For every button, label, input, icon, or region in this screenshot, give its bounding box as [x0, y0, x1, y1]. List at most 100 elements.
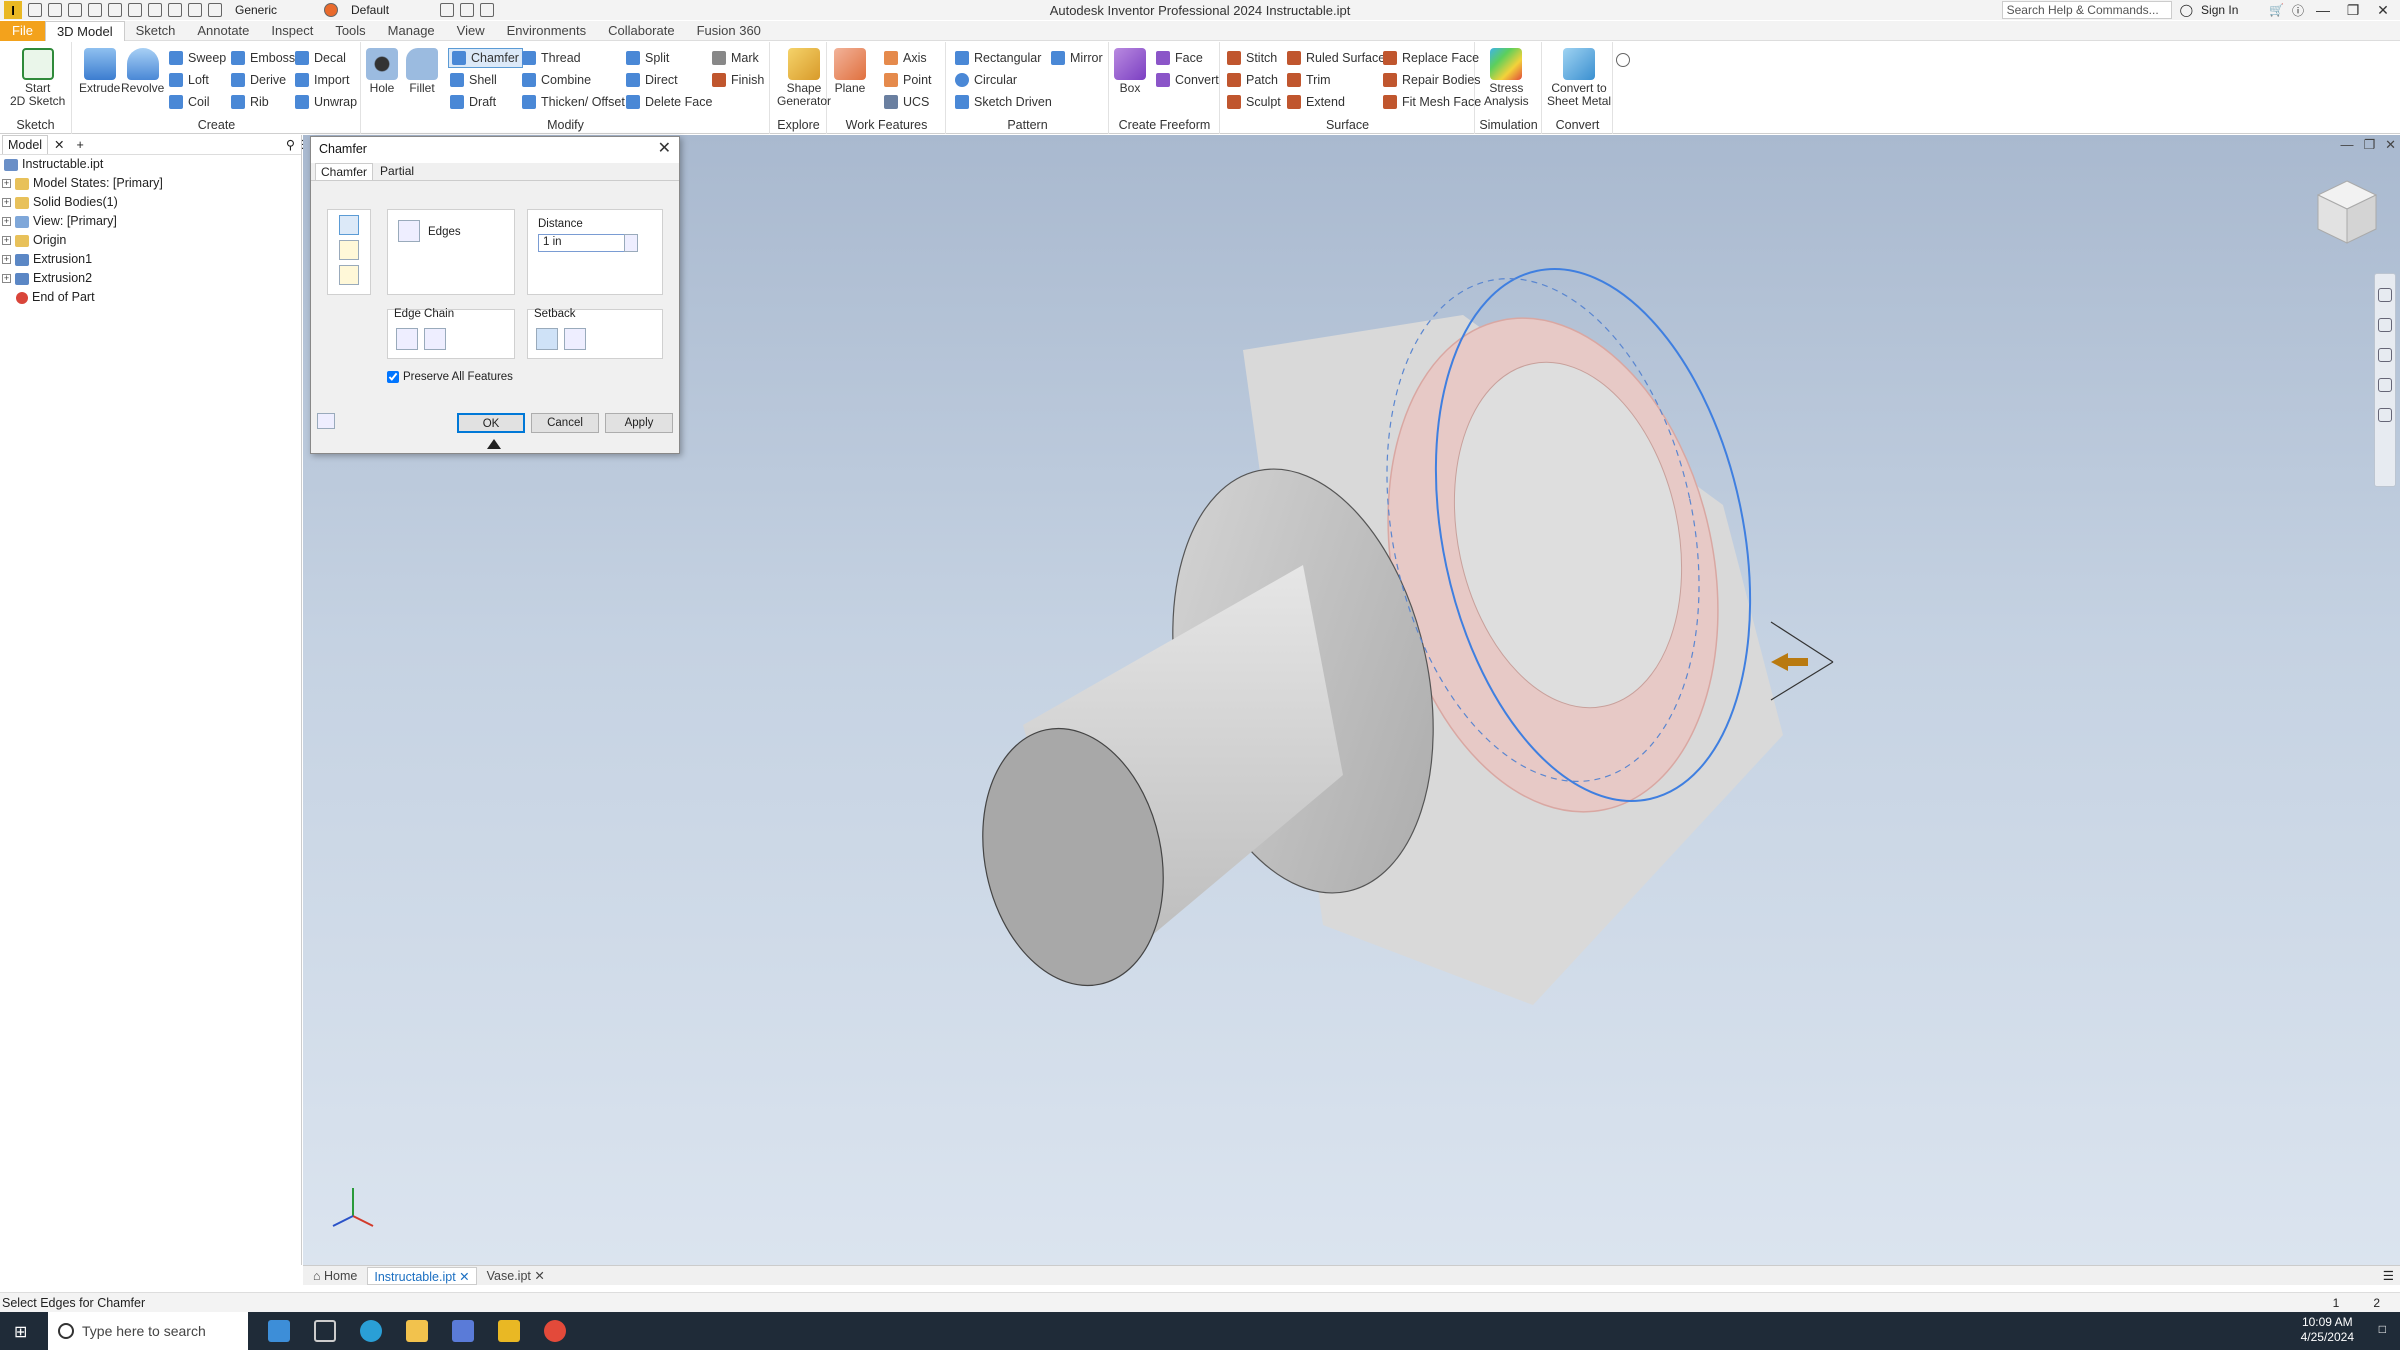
viewport-minimize-icon[interactable]: — — [2340, 137, 2353, 153]
document-menu-icon[interactable]: ☰ — [2383, 1268, 2394, 1283]
open-icon[interactable] — [48, 3, 62, 17]
inventor-logo-icon[interactable]: I — [4, 1, 22, 19]
adjust-icon[interactable] — [440, 3, 454, 17]
direct-button[interactable]: Direct — [626, 70, 678, 90]
project-icon[interactable] — [148, 3, 162, 17]
circular-pattern-button[interactable]: Circular — [955, 70, 1017, 90]
orbit-icon[interactable] — [2378, 378, 2392, 392]
trim-button[interactable]: Trim — [1287, 70, 1331, 90]
tree-node-origin[interactable]: + Origin — [0, 231, 301, 250]
tree-node-view[interactable]: + View: [Primary] — [0, 212, 301, 231]
close-browser-icon[interactable]: ✕ — [54, 137, 64, 152]
ucs-button[interactable]: UCS — [884, 92, 929, 112]
stitch-button[interactable]: Stitch — [1227, 48, 1277, 68]
replace-face-button[interactable]: Replace Face — [1383, 48, 1479, 68]
tab-file[interactable]: File — [0, 20, 45, 41]
minimize-button[interactable]: — — [2312, 2, 2334, 18]
viewport-close-icon[interactable]: ✕ — [2385, 137, 2396, 153]
tab-view[interactable]: View — [446, 21, 496, 41]
add-browser-icon[interactable]: + — [77, 138, 84, 152]
mirror-button[interactable]: Mirror — [1051, 48, 1103, 68]
close-window-button[interactable]: ✕ — [2372, 2, 2394, 19]
edges-select-icon[interactable] — [398, 220, 420, 242]
fit-mesh-face-button[interactable]: Fit Mesh Face — [1383, 92, 1481, 112]
draft-button[interactable]: Draft — [450, 92, 496, 112]
task-view-icon[interactable] — [314, 1320, 336, 1342]
expand-dialog-icon[interactable] — [487, 439, 501, 449]
browser-tab-model[interactable]: Model — [2, 135, 49, 154]
rectangular-pattern-button[interactable]: Rectangular — [955, 48, 1041, 68]
derive-button[interactable]: Derive — [231, 70, 286, 90]
doc-tab-vase[interactable]: Vase.ipt ✕ — [481, 1267, 551, 1285]
tab-3d-model[interactable]: 3D Model — [44, 20, 125, 41]
face-button[interactable]: Face — [1156, 48, 1203, 68]
tree-node-extrusion2[interactable]: + Extrusion2 — [0, 269, 301, 288]
finish-button[interactable]: Finish — [712, 70, 764, 90]
fx-icon[interactable] — [480, 3, 494, 17]
tree-node-end-of-part[interactable]: End of Part — [0, 288, 301, 307]
tab-annotate[interactable]: Annotate — [186, 21, 260, 41]
update-icon[interactable] — [168, 3, 182, 17]
two-distances-mode-icon[interactable] — [339, 265, 359, 285]
windows-start-icon[interactable]: ⊞ — [14, 1322, 27, 1342]
shape-generator-button[interactable]: Shape Generator — [777, 48, 831, 108]
patch-button[interactable]: Patch — [1227, 70, 1278, 90]
tab-sketch[interactable]: Sketch — [125, 21, 187, 41]
notification-icon[interactable]: □ — [2379, 1322, 2386, 1336]
taskbar-search-input[interactable]: Type here to search — [48, 1312, 248, 1350]
edge-icon[interactable] — [360, 1320, 382, 1342]
tab-chamfer[interactable]: Chamfer — [315, 163, 374, 180]
steering-wheel-icon[interactable] — [2378, 288, 2392, 302]
box-button[interactable]: Box — [1114, 48, 1146, 95]
convert-button[interactable]: Convert — [1156, 70, 1219, 90]
distance-mode-icon[interactable] — [339, 215, 359, 235]
ok-button[interactable]: OK — [457, 413, 525, 433]
setback-mode2-icon[interactable] — [564, 328, 586, 350]
import-button[interactable]: Import — [295, 70, 349, 90]
redo-icon[interactable] — [108, 3, 122, 17]
help-icon[interactable]: ⓘ — [2292, 2, 2304, 19]
start-2d-sketch-button[interactable]: Start 2D Sketch — [10, 48, 65, 108]
shell-button[interactable]: Shell — [450, 70, 497, 90]
distance-input[interactable]: 1 in — [538, 234, 636, 252]
look-at-icon[interactable] — [2378, 408, 2392, 422]
tab-inspect[interactable]: Inspect — [260, 21, 324, 41]
tab-manage[interactable]: Manage — [377, 21, 446, 41]
viewport-restore-icon[interactable]: ❐ — [2363, 137, 2375, 153]
save-icon[interactable] — [68, 3, 82, 17]
expand-icon[interactable]: + — [2, 274, 11, 283]
tree-node-model-states[interactable]: + Model States: [Primary] — [0, 174, 301, 193]
parameters-icon[interactable] — [460, 3, 474, 17]
store-icon[interactable] — [452, 1320, 474, 1342]
ruled-surface-button[interactable]: Ruled Surface — [1287, 48, 1385, 68]
mark-button[interactable]: Mark — [712, 48, 759, 68]
apply-button[interactable]: Apply — [605, 413, 673, 433]
plane-button[interactable]: Plane — [834, 48, 866, 95]
chrome-icon[interactable] — [544, 1320, 566, 1342]
extend-button[interactable]: Extend — [1287, 92, 1345, 112]
file-explorer-icon[interactable] — [406, 1320, 428, 1342]
combine-button[interactable]: Combine — [522, 70, 591, 90]
cancel-button[interactable]: Cancel — [531, 413, 599, 433]
chamfer-button[interactable]: Chamfer — [448, 48, 523, 68]
dialog-title-bar[interactable]: Chamfer ✕ — [311, 137, 679, 163]
browser-search-icon[interactable]: ⚲ — [286, 137, 295, 152]
extrude-button[interactable]: Extrude — [79, 48, 120, 95]
emboss-button[interactable]: Emboss — [231, 48, 295, 68]
thread-button[interactable]: Thread — [522, 48, 581, 68]
tab-partial[interactable]: Partial — [375, 163, 419, 180]
restore-button[interactable]: ❐ — [2342, 2, 2364, 19]
stress-analysis-button[interactable]: Stress Analysis — [1484, 48, 1529, 108]
distance-arrow-icon[interactable] — [624, 234, 638, 252]
split-button[interactable]: Split — [626, 48, 669, 68]
cortana-icon[interactable] — [268, 1320, 290, 1342]
point-button[interactable]: Point — [884, 70, 932, 90]
taskbar-clock[interactable]: 10:09 AM 4/25/2024 — [2301, 1315, 2354, 1345]
material-icon[interactable] — [208, 3, 222, 17]
distance-manipulator[interactable] — [1770, 621, 1834, 701]
dialog-close-icon[interactable]: ✕ — [658, 137, 671, 161]
sign-in-link[interactable]: Sign In — [2201, 3, 2261, 17]
appearance-select[interactable]: Generic — [228, 2, 318, 18]
axis-button[interactable]: Axis — [884, 48, 927, 68]
decal-button[interactable]: Decal — [295, 48, 346, 68]
